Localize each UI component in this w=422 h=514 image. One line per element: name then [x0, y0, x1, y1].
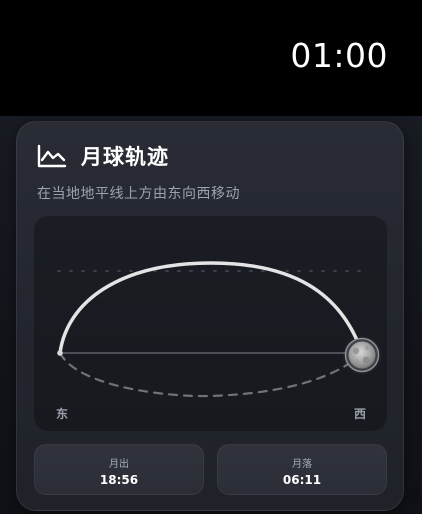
card-title: 月球轨迹 — [81, 145, 169, 169]
moonset-label: 月落 — [292, 459, 312, 470]
line-chart-icon — [37, 144, 67, 168]
moonset-box: 月落 06:11 — [217, 444, 387, 495]
status-time: 01:00 — [290, 36, 388, 75]
status-bar: 01:00 — [0, 0, 422, 116]
moon-path-above-horizon — [58, 261, 364, 355]
orbit-panel: 东 西 — [34, 216, 387, 431]
moonrise-point — [57, 350, 63, 356]
moon-orbit-diagram — [57, 261, 382, 398]
moonrise-label: 月出 — [109, 459, 129, 470]
west-label: 西 — [354, 407, 367, 421]
moonset-time: 06:11 — [282, 473, 322, 487]
moonrise-box: 月出 18:56 — [34, 444, 204, 495]
moon-trajectory-card: 月球轨迹 在当地地平线上方由东向西移动 东 西 月出 18:56 月落 06:1… — [16, 121, 404, 511]
watch-screen: 01:00 月球轨迹 在当地地平线上方由东向西移动 东 西 月出 18:56 月… — [0, 0, 422, 514]
card-subtitle: 在当地地平线上方由东向西移动 — [37, 186, 240, 202]
moonrise-time: 18:56 — [99, 473, 139, 487]
card-header: 月球轨迹 — [37, 140, 169, 172]
moon-path-below-horizon — [58, 351, 364, 398]
moon-icon — [342, 335, 382, 375]
east-label: 东 — [56, 407, 69, 421]
